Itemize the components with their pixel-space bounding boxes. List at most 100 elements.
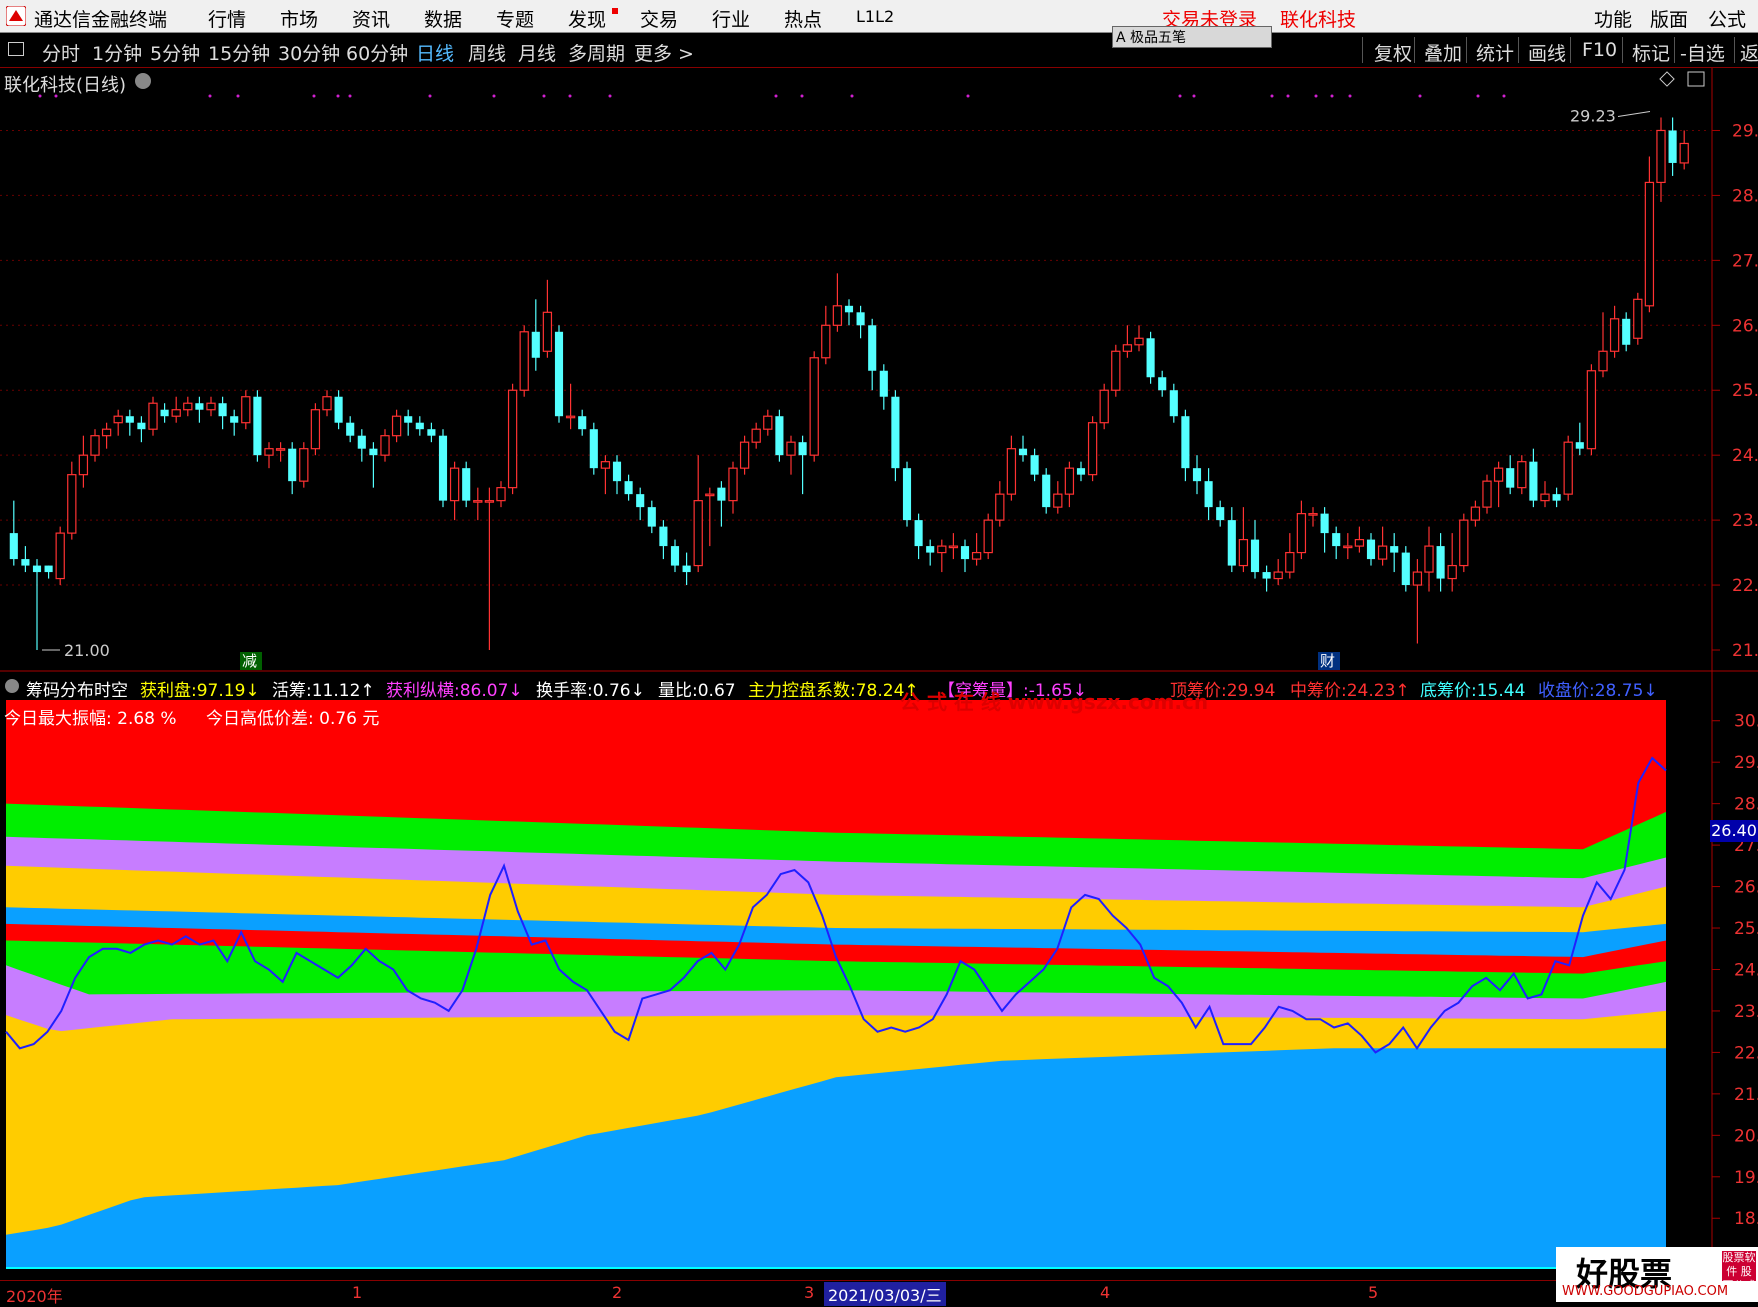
period-30min[interactable]: 30分钟 bbox=[278, 39, 340, 66]
candle-body bbox=[125, 416, 134, 423]
candle-body bbox=[1644, 181, 1655, 307]
menu-market[interactable]: 市场 bbox=[280, 5, 318, 32]
candle-body bbox=[1609, 318, 1620, 352]
period-weekly[interactable]: 周线 bbox=[468, 39, 506, 66]
period-daily[interactable]: 日线 bbox=[416, 39, 454, 66]
tool-stats[interactable]: 统计 bbox=[1476, 39, 1514, 66]
y-tick-label: 22. bbox=[1734, 1043, 1758, 1063]
indicator-value: 活筹:11.12↑ bbox=[272, 681, 375, 701]
menu-industry[interactable]: 行业 bbox=[712, 5, 750, 32]
candle-body bbox=[1238, 539, 1249, 567]
axis-label-month: 4 bbox=[1100, 1283, 1111, 1302]
menu-news[interactable]: 资讯 bbox=[352, 5, 390, 32]
candlestick-chart[interactable]: 29. 28. 27. 26. 25. 24. 23. 22. 21. 29.23 21.00 减 财 bbox=[0, 68, 1758, 672]
period-more[interactable]: 更多 > bbox=[634, 39, 694, 66]
candle-body bbox=[78, 454, 89, 476]
axis-label-year: 2020年 bbox=[6, 1287, 63, 1306]
menu-quotes[interactable]: 行情 bbox=[208, 5, 246, 32]
period-multi[interactable]: 多周期 bbox=[568, 39, 625, 66]
signal-dot bbox=[966, 94, 970, 98]
candle-body bbox=[1285, 551, 1295, 573]
candle-body bbox=[1436, 546, 1445, 579]
period-intraday[interactable]: 分时 bbox=[42, 39, 80, 66]
signal-dot bbox=[312, 94, 316, 98]
candle-body bbox=[948, 545, 959, 549]
candle-body bbox=[1122, 344, 1133, 352]
candle-body bbox=[659, 526, 668, 547]
candle-body bbox=[809, 357, 819, 456]
indicator-panel[interactable]: 30.29.28.27.26.25.24.23.22.21.20.19.18.1… bbox=[0, 672, 1758, 1280]
candle-body bbox=[612, 461, 622, 482]
menu-hot[interactable]: 热点 bbox=[784, 5, 822, 32]
candle-body bbox=[67, 474, 77, 534]
toolbar-separator bbox=[1414, 37, 1415, 63]
menu-new-dot bbox=[612, 8, 618, 14]
menu-formula[interactable]: 公式 bbox=[1708, 5, 1746, 32]
app-menubar: 通达信金融终端 行情 市场 资讯 数据 专题 发现 交易 行业 热点 L1L2 … bbox=[0, 0, 1758, 48]
menu-function[interactable]: 功能 bbox=[1594, 5, 1632, 32]
candle-body bbox=[856, 312, 865, 326]
input-method-box[interactable]: A 极品五笔 bbox=[1112, 26, 1272, 48]
candle-body bbox=[600, 461, 611, 469]
candle-body bbox=[1018, 448, 1028, 456]
period-5min[interactable]: 5分钟 bbox=[150, 39, 200, 66]
period-monthly[interactable]: 月线 bbox=[518, 39, 556, 66]
app-logo-icon bbox=[6, 6, 26, 26]
amplitude-label: 今日最大振幅: 2.68 % bbox=[4, 709, 177, 729]
period-60min[interactable]: 60分钟 bbox=[346, 39, 408, 66]
candle-body bbox=[160, 409, 169, 417]
candle-body bbox=[1042, 474, 1051, 508]
tool-f10[interactable]: F10 bbox=[1582, 39, 1617, 61]
period-15min[interactable]: 15分钟 bbox=[208, 39, 270, 66]
candle-body bbox=[1517, 461, 1527, 489]
tool-back[interactable]: 返 bbox=[1740, 39, 1758, 66]
candle-body bbox=[369, 448, 378, 456]
axis-label-month: 2 bbox=[612, 1283, 623, 1302]
candle-body bbox=[1030, 455, 1039, 475]
menu-data[interactable]: 数据 bbox=[424, 5, 462, 32]
candle-body bbox=[113, 415, 123, 424]
site-watermark-url: WWW.GOODGUPIAO.COM bbox=[1562, 1284, 1729, 1299]
menu-topics[interactable]: 专题 bbox=[496, 5, 534, 32]
candle-body bbox=[357, 435, 366, 449]
toolbar-separator bbox=[1518, 37, 1519, 63]
signal-dot bbox=[236, 94, 240, 98]
menu-layout[interactable]: 版面 bbox=[1650, 5, 1688, 32]
panel-toggle-icon[interactable] bbox=[8, 42, 24, 56]
tool-draw[interactable]: 画线 bbox=[1528, 39, 1566, 66]
candle-body bbox=[728, 467, 738, 502]
site-watermark-badge: 股票软件 股票公式 bbox=[1722, 1251, 1756, 1292]
signal-dot bbox=[38, 94, 42, 98]
cursor-date-label: 2021/03/03/三 bbox=[824, 1282, 946, 1306]
candle-body bbox=[241, 396, 251, 424]
menu-l1l2[interactable]: L1L2 bbox=[856, 7, 894, 26]
candle-body bbox=[230, 416, 239, 423]
candle-body bbox=[542, 311, 553, 352]
signal-dot bbox=[1178, 94, 1182, 98]
high-price-label: 29.23 bbox=[1570, 107, 1616, 126]
indicator-value: 主力控盘系数:78.24↑ bbox=[748, 681, 919, 701]
indicator-name: 筹码分布时空 bbox=[26, 681, 128, 701]
candle-body bbox=[1343, 545, 1353, 549]
indicator-value: 中筹价:24.23↑ bbox=[1290, 681, 1410, 701]
indicator-toggle-icon[interactable] bbox=[5, 679, 19, 693]
indicator-header: 筹码分布时空 获利盘:97.19↓ 活筹:11.12↑ 获利纵横:86.07↓ 换手率… bbox=[0, 672, 1758, 701]
signal-dot bbox=[608, 94, 612, 98]
candle-body bbox=[1099, 389, 1109, 424]
menu-trade[interactable]: 交易 bbox=[640, 5, 678, 32]
tool-rights[interactable]: 复权 bbox=[1374, 39, 1412, 66]
candle-body bbox=[404, 416, 413, 423]
axis-label-month: 5 bbox=[1368, 1283, 1379, 1302]
period-1min[interactable]: 1分钟 bbox=[92, 39, 142, 66]
candle-body bbox=[1053, 493, 1063, 508]
indicator-value: 换手率:0.76↓ bbox=[536, 681, 645, 701]
signal-dot bbox=[1502, 94, 1506, 98]
candle-body bbox=[1563, 441, 1573, 495]
candle-body bbox=[1679, 142, 1689, 164]
tool-watchlist[interactable]: -自选 bbox=[1680, 39, 1725, 66]
tool-mark[interactable]: 标记 bbox=[1632, 39, 1670, 66]
y-tick-label: 29. bbox=[1734, 753, 1758, 773]
tool-overlay[interactable]: 叠加 bbox=[1424, 39, 1462, 66]
candle-body bbox=[1332, 533, 1341, 547]
menu-discover[interactable]: 发现 bbox=[568, 5, 606, 32]
